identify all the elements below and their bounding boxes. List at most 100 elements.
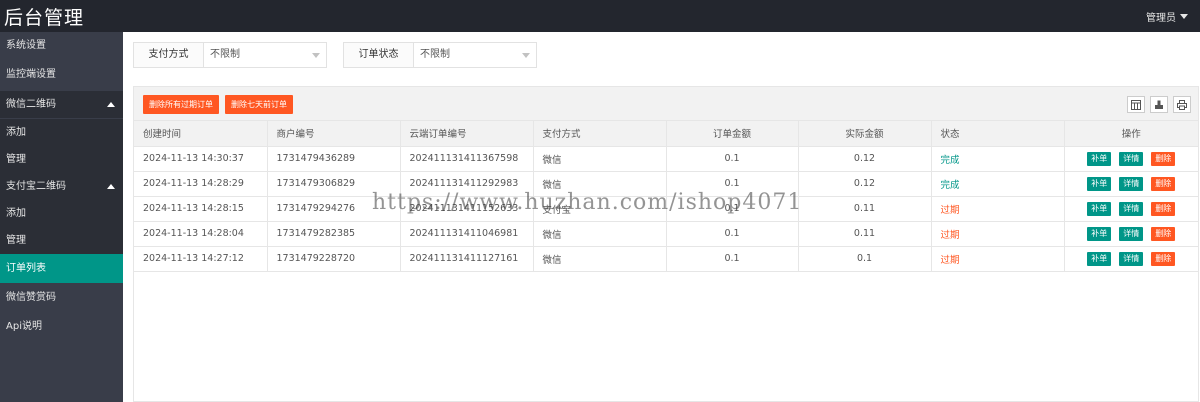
cell-created-time: 2024-11-13 14:28:15 [134, 196, 268, 222]
table-row: 2024-11-13 14:27:12 1731479228720 202411… [134, 246, 1198, 272]
sidebar-group-wechat-qr[interactable]: 微信二维码 [0, 91, 123, 118]
cell-actions: 补单 详情 删除 [1064, 171, 1198, 197]
pay-method-select[interactable]: 不限制 [204, 43, 326, 67]
delete-expired-button[interactable]: 删除所有过期订单 [143, 95, 219, 114]
pay-method-label: 支付方式 [134, 43, 204, 67]
col-pay-method[interactable]: 支付方式 [533, 121, 667, 147]
col-merchant-no[interactable]: 商户编号 [267, 121, 401, 147]
cell-merchant-no: 1731479228720 [267, 246, 401, 272]
print-icon[interactable] [1173, 96, 1191, 113]
order-status-value: 不限制 [420, 49, 450, 60]
cell-cloud-order-no: 202411131411152633 [400, 196, 534, 222]
pay-method-value: 不限制 [210, 49, 240, 60]
delete-button[interactable]: 删除 [1151, 176, 1176, 191]
delete-button[interactable]: 删除 [1151, 201, 1176, 216]
cell-status: 过期 [931, 196, 1065, 222]
order-status-select[interactable]: 不限制 [414, 43, 536, 67]
chevron-down-icon [1180, 14, 1188, 19]
cell-order-amount: 0.1 [666, 196, 799, 222]
cell-pay-method: 微信 [533, 171, 667, 197]
cell-created-time: 2024-11-13 14:27:12 [134, 246, 268, 272]
cell-actual-amount: 0.11 [798, 221, 932, 247]
delete-button[interactable]: 删除 [1151, 226, 1176, 241]
sidebar-group-alipay-qr[interactable]: 支付宝二维码 [0, 173, 123, 200]
table-toolbar: 删除所有过期订单 删除七天前订单 [134, 87, 1198, 121]
cell-merchant-no: 1731479306829 [267, 171, 401, 197]
detail-button[interactable]: 详情 [1119, 251, 1144, 266]
sidebar-item-monitor-settings[interactable]: 监控端设置 [0, 61, 123, 88]
sidebar-item-api-docs[interactable]: Api说明 [0, 313, 123, 340]
sidebar-item-alipay-manage[interactable]: 管理 [0, 227, 123, 254]
user-name: 管理员 [1146, 13, 1176, 24]
delete-7days-button[interactable]: 删除七天前订单 [225, 95, 293, 114]
reissue-button[interactable]: 补单 [1087, 226, 1112, 241]
cell-actual-amount: 0.12 [798, 171, 932, 197]
cell-status: 完成 [931, 146, 1065, 172]
cell-created-time: 2024-11-13 14:30:37 [134, 146, 268, 172]
reissue-button[interactable]: 补单 [1087, 251, 1112, 266]
chevron-down-icon [312, 53, 320, 58]
cell-actions: 补单 详情 删除 [1064, 146, 1198, 172]
cell-created-time: 2024-11-13 14:28:29 [134, 171, 268, 197]
sidebar-item-wechat-manage[interactable]: 管理 [0, 146, 123, 173]
cell-actions: 补单 详情 删除 [1064, 246, 1198, 272]
sidebar-item-wechat-reward[interactable]: 微信赞赏码 [0, 284, 123, 311]
sidebar: 系统设置 监控端设置 微信二维码 添加 管理 支付宝二维码 添加 管理 订单列表… [0, 32, 123, 402]
cell-cloud-order-no: 202411131411292983 [400, 171, 534, 197]
cell-pay-method: 微信 [533, 221, 667, 247]
sidebar-group-label: 支付宝二维码 [6, 181, 66, 192]
cell-status: 过期 [931, 246, 1065, 272]
detail-button[interactable]: 详情 [1119, 176, 1144, 191]
order-status-label: 订单状态 [344, 43, 414, 67]
cell-pay-method: 支付宝 [533, 196, 667, 222]
cell-actions: 补单 详情 删除 [1064, 221, 1198, 247]
delete-button[interactable]: 删除 [1151, 151, 1176, 166]
table-row: 2024-11-13 14:28:04 1731479282385 202411… [134, 221, 1198, 247]
cell-pay-method: 微信 [533, 146, 667, 172]
sidebar-item-order-list[interactable]: 订单列表 [0, 254, 123, 283]
cell-created-time: 2024-11-13 14:28:04 [134, 221, 268, 247]
sidebar-item-alipay-add[interactable]: 添加 [0, 200, 123, 227]
chevron-up-icon [107, 184, 115, 189]
cell-actual-amount: 0.1 [798, 246, 932, 272]
detail-button[interactable]: 详情 [1119, 151, 1144, 166]
sidebar-group-label: 微信二维码 [6, 99, 56, 110]
user-menu[interactable]: 管理员 [1146, 9, 1188, 24]
sidebar-item-system-settings[interactable]: 系统设置 [0, 32, 123, 59]
col-cloud-order-no[interactable]: 云端订单编号 [400, 121, 534, 147]
table-row: 2024-11-13 14:28:15 1731479294276 202411… [134, 196, 1198, 222]
orders-panel: 删除所有过期订单 删除七天前订单 创建时间 商户编号 云端订单编号 支付方式 订… [133, 86, 1199, 402]
cell-actions: 补单 详情 删除 [1064, 196, 1198, 222]
table-header-row: 创建时间 商户编号 云端订单编号 支付方式 订单金额 实际金额 状态 操作 [134, 121, 1198, 147]
cell-status: 过期 [931, 221, 1065, 247]
detail-button[interactable]: 详情 [1119, 201, 1144, 216]
table-row: 2024-11-13 14:28:29 1731479306829 202411… [134, 171, 1198, 197]
chevron-up-icon [107, 102, 115, 107]
col-actual-amount[interactable]: 实际金额 [798, 121, 932, 147]
chevron-down-icon [522, 53, 530, 58]
cell-merchant-no: 1731479282385 [267, 221, 401, 247]
cell-order-amount: 0.1 [666, 171, 799, 197]
cell-actual-amount: 0.11 [798, 196, 932, 222]
cell-actual-amount: 0.12 [798, 146, 932, 172]
col-order-amount[interactable]: 订单金额 [666, 121, 799, 147]
cell-merchant-no: 1731479436289 [267, 146, 401, 172]
cell-order-amount: 0.1 [666, 246, 799, 272]
delete-button[interactable]: 删除 [1151, 251, 1176, 266]
reissue-button[interactable]: 补单 [1087, 201, 1112, 216]
col-status[interactable]: 状态 [931, 121, 1065, 147]
cell-merchant-no: 1731479294276 [267, 196, 401, 222]
cell-pay-method: 微信 [533, 246, 667, 272]
columns-icon[interactable] [1127, 96, 1145, 113]
col-created-time[interactable]: 创建时间 [134, 121, 268, 147]
reissue-button[interactable]: 补单 [1087, 151, 1112, 166]
pay-method-filter: 支付方式 不限制 [133, 42, 327, 68]
col-actions: 操作 [1064, 121, 1198, 147]
orders-table: 创建时间 商户编号 云端订单编号 支付方式 订单金额 实际金额 状态 操作 20… [134, 121, 1198, 272]
cell-cloud-order-no: 202411131411127161 [400, 246, 534, 272]
export-icon[interactable] [1150, 96, 1168, 113]
sidebar-item-wechat-add[interactable]: 添加 [0, 119, 123, 146]
detail-button[interactable]: 详情 [1119, 226, 1144, 241]
reissue-button[interactable]: 补单 [1087, 176, 1112, 191]
top-header: 后台管理 管理员 [0, 0, 1200, 32]
